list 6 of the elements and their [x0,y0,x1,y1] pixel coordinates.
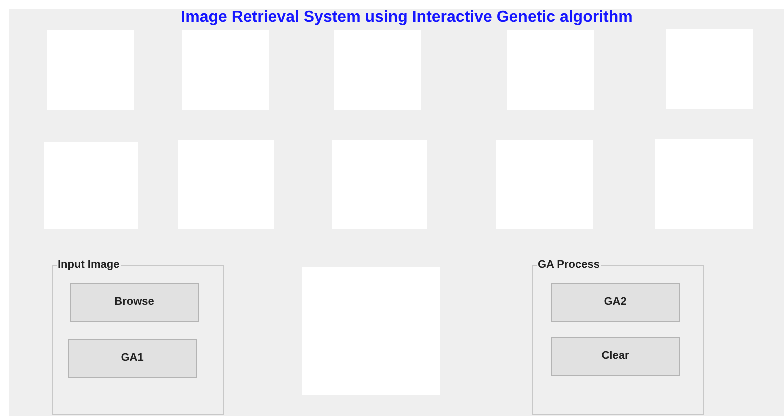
window-title: Image Retrieval System using Interactive Genetic algorithm [181,8,633,28]
push-button[interactable]: Browse [70,283,199,322]
push-button[interactable]: GA1 [68,339,197,378]
push-button[interactable]: GA2 [551,283,680,322]
push-button[interactable]: Clear [551,337,680,376]
panel-title: Input Image [57,258,121,272]
